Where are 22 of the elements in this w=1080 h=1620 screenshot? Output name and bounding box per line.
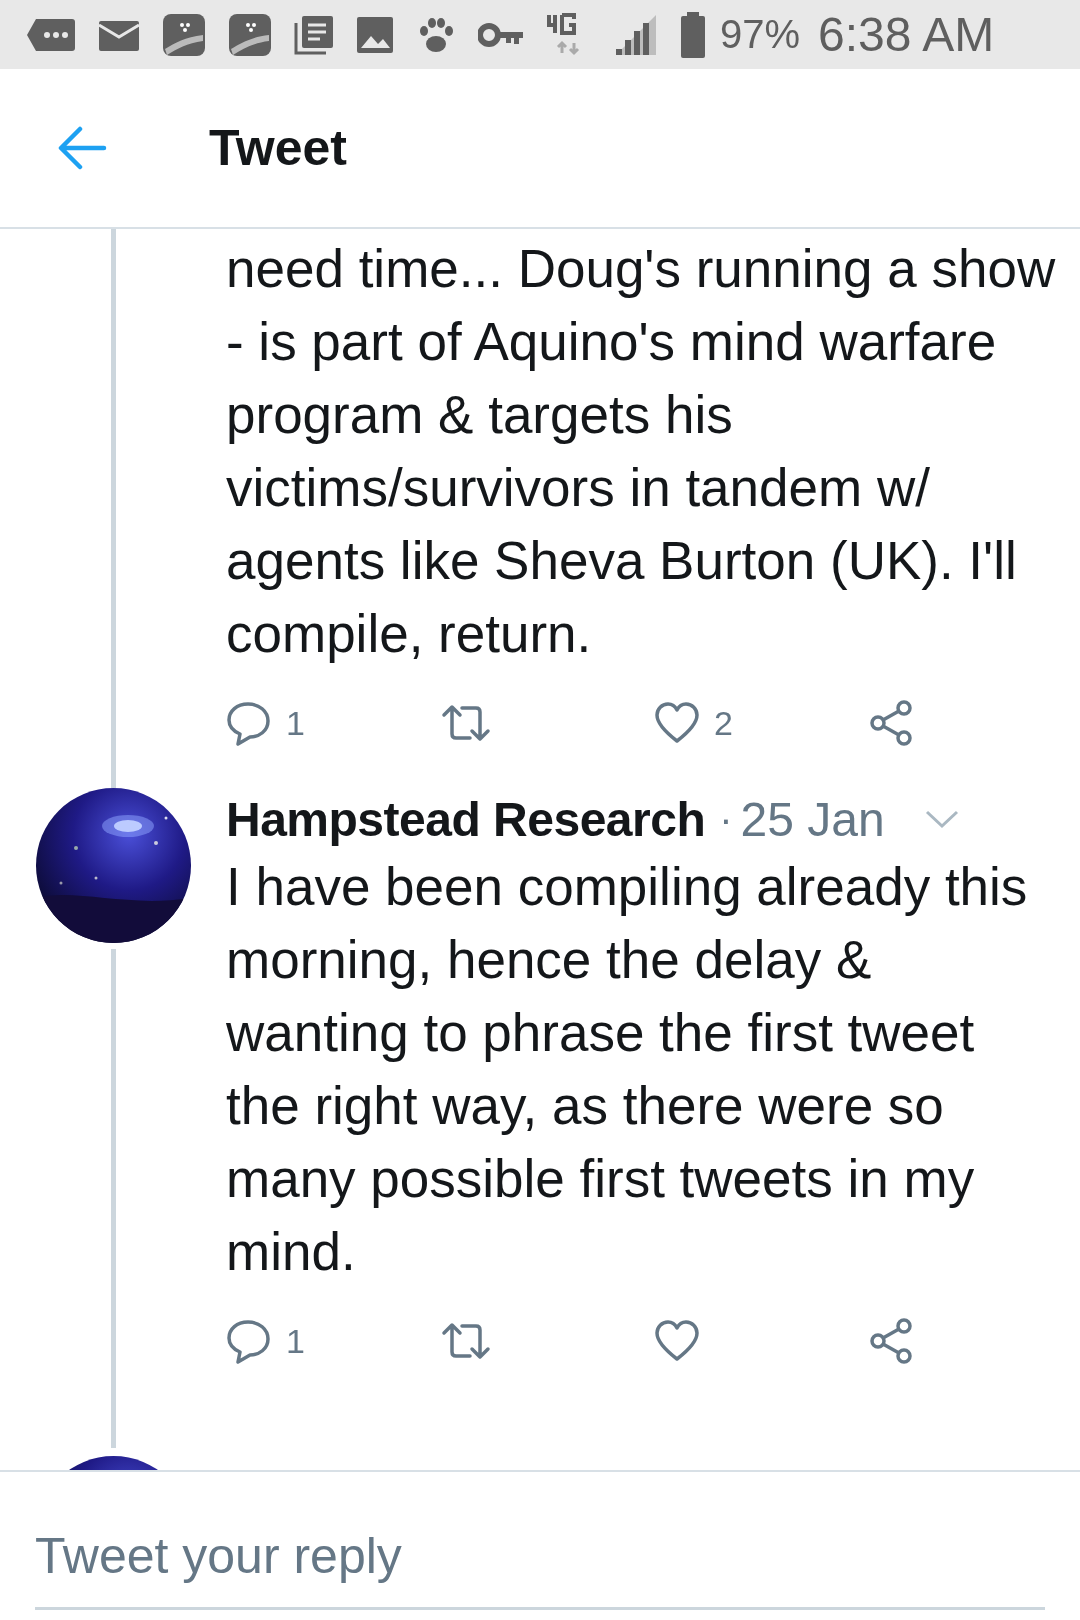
reply-count: 1 (286, 703, 305, 743)
back-icon[interactable] (56, 126, 108, 170)
reply-icon[interactable] (226, 1318, 272, 1364)
app-icon (228, 11, 272, 58)
heart-icon[interactable] (654, 701, 700, 745)
share-icon[interactable] (868, 700, 914, 746)
tweet-text: need time... Doug's running a show - is part of Aquino's mind warfare program & targets his victims/survivors in tandem w/ agents like Sheva Burton (UK). I'll compile, return. (226, 238, 1057, 665)
reply-icon[interactable] (226, 700, 272, 746)
heart-icon[interactable] (654, 1319, 700, 1363)
app-icon (162, 11, 206, 58)
page-title: Tweet (209, 119, 347, 177)
clock-time: 6:38 AM (818, 7, 995, 62)
tweet-date: 25 Jan (740, 791, 885, 847)
reply-field[interactable]: Tweet your reply (35, 1502, 1045, 1610)
like-count: 2 (714, 703, 733, 743)
separator-dot: · (719, 796, 733, 842)
author-name[interactable]: Hampstead Research (226, 791, 706, 847)
share-icon[interactable] (868, 1318, 914, 1364)
battery-icon (680, 11, 706, 58)
tweet-text: I have been compiling already this morning, hence the delay & wanting to phrase the first tweet the right way, as there were so many possible first tweets in my mind. (226, 856, 1029, 1283)
reply-count: 1 (286, 1321, 305, 1361)
battery-percentage: 97% (720, 12, 801, 57)
